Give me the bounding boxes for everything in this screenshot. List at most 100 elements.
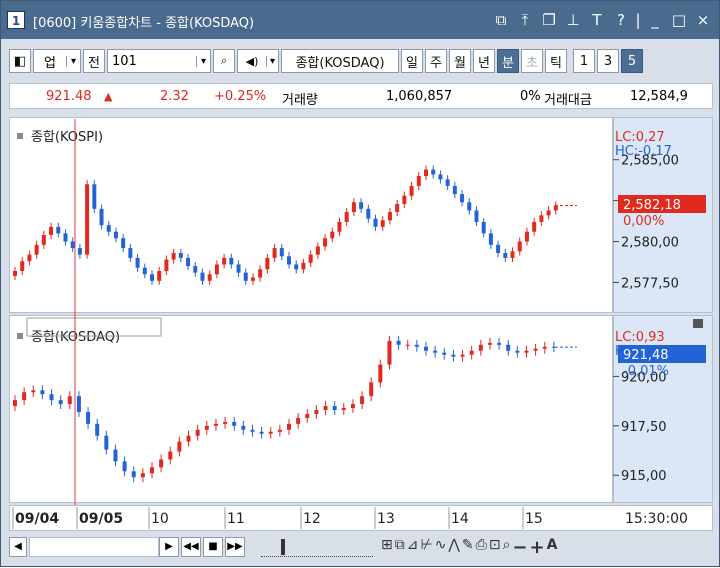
candle-body xyxy=(487,342,492,345)
candle-body xyxy=(380,220,385,227)
candle-body xyxy=(128,248,133,258)
candle-body xyxy=(22,392,27,401)
legend-marker xyxy=(17,333,23,339)
candle-body xyxy=(369,382,374,397)
candle-body xyxy=(76,396,81,412)
candle-body xyxy=(360,396,365,405)
candle-body xyxy=(178,253,183,258)
candle-body xyxy=(460,194,465,203)
last-price-percent: 0,00% xyxy=(623,214,664,229)
candle-body xyxy=(13,400,17,407)
candle-body xyxy=(409,185,414,196)
candle-body xyxy=(122,461,127,472)
axis-tick-label: 2,580,00 xyxy=(621,236,679,251)
candle-body xyxy=(229,257,234,265)
candle-body xyxy=(40,390,45,395)
candle-body xyxy=(272,248,277,258)
candle-body xyxy=(67,396,72,405)
candle-body xyxy=(553,205,558,211)
rewind-icon[interactable]: ◀◀ xyxy=(181,537,201,557)
candle-body xyxy=(168,451,173,460)
line-chart-icon[interactable]: ∿ xyxy=(435,537,447,558)
candle-body xyxy=(405,344,410,346)
candle-body xyxy=(287,256,291,265)
candle-body xyxy=(95,423,100,436)
candle-body xyxy=(542,346,547,349)
candle-body xyxy=(31,390,36,393)
candle-body xyxy=(424,169,428,177)
zoom-slider[interactable] xyxy=(261,537,373,557)
zoom-in-icon[interactable]: + xyxy=(530,537,545,558)
horizontal-scrollbar[interactable] xyxy=(29,537,159,557)
candle-body xyxy=(49,394,54,401)
window-icon[interactable]: ⧉ xyxy=(395,537,405,558)
candle-body xyxy=(159,459,164,468)
zoom-out-icon[interactable]: − xyxy=(512,537,527,558)
mountain-chart-icon[interactable]: ⋀ xyxy=(448,537,459,558)
candle-body xyxy=(414,344,419,347)
lc-label: LC:0,93 xyxy=(615,330,665,345)
candle-body xyxy=(204,425,209,430)
candle-body xyxy=(200,272,205,281)
candle-body xyxy=(13,271,17,276)
candle-body xyxy=(341,408,346,411)
fast-forward-icon[interactable]: ▶▶ xyxy=(225,537,245,557)
candle-body xyxy=(533,348,538,351)
candle-body xyxy=(140,473,145,478)
candle-body xyxy=(150,274,154,281)
pane-close-icon xyxy=(693,319,703,328)
candle-body xyxy=(488,233,493,245)
candle-body xyxy=(478,344,483,351)
candle-body xyxy=(265,257,270,270)
candle-body xyxy=(433,350,438,353)
candle-icon[interactable]: ⊬ xyxy=(420,537,432,558)
candle-body xyxy=(497,342,502,345)
candle-body xyxy=(378,364,383,383)
candle-body xyxy=(121,238,126,249)
candle-body xyxy=(387,212,392,221)
magnifier-icon[interactable]: ⌕ xyxy=(503,537,511,558)
font-size-icon[interactable]: A xyxy=(547,537,558,558)
candle-body xyxy=(214,264,219,275)
candle-body xyxy=(70,241,75,249)
area-chart-icon[interactable]: ⊿ xyxy=(407,537,419,558)
draw-tool-icon[interactable]: ✎ xyxy=(462,537,474,558)
candle-body xyxy=(481,221,486,234)
candle-body xyxy=(337,221,342,232)
stop-icon[interactable]: ■ xyxy=(203,537,223,557)
candle-body xyxy=(58,400,63,405)
candle-body xyxy=(524,231,529,242)
candle-body xyxy=(308,254,313,263)
candle-body xyxy=(157,271,162,281)
candle-body xyxy=(171,253,176,260)
export-icon[interactable]: ⊡ xyxy=(489,537,501,558)
candle-body xyxy=(546,210,551,216)
axis-tick-label: 2,577,50 xyxy=(621,276,679,291)
scroll-left-button[interactable]: ◀ xyxy=(9,537,27,557)
candle-body xyxy=(243,272,248,281)
candle-body xyxy=(373,218,378,227)
time-axis xyxy=(9,505,713,531)
candle-body xyxy=(395,203,400,213)
chart-canvas[interactable]: 2,585,002,582,502,580,002,577,50종합(KOSPI… xyxy=(1,1,720,568)
chart-type-icon[interactable]: ⊞ xyxy=(381,537,393,558)
candle-body xyxy=(445,179,450,186)
candle-body xyxy=(113,231,118,239)
candle-body xyxy=(186,257,191,267)
play-icon[interactable]: ▶ xyxy=(159,537,179,557)
candle-body xyxy=(135,257,140,268)
candle-body xyxy=(469,350,474,355)
candle-body xyxy=(323,238,328,247)
candle-body xyxy=(106,225,111,232)
candle-body xyxy=(164,259,169,271)
candle-body xyxy=(350,404,355,409)
candle-body xyxy=(539,215,544,222)
candle-body xyxy=(402,195,407,204)
candle-body xyxy=(250,277,255,281)
candle-body xyxy=(314,410,319,414)
chart-window: 1 [0600] 키움종합차트 - 종합(KOSDAQ) ⧉ ⤒ ❐ ⊥ T ?… xyxy=(0,0,720,567)
print-icon[interactable]: ⎙ xyxy=(476,537,487,558)
candle-body xyxy=(344,212,349,222)
zoom-slider-handle[interactable] xyxy=(281,539,285,555)
candle-body xyxy=(438,174,443,180)
